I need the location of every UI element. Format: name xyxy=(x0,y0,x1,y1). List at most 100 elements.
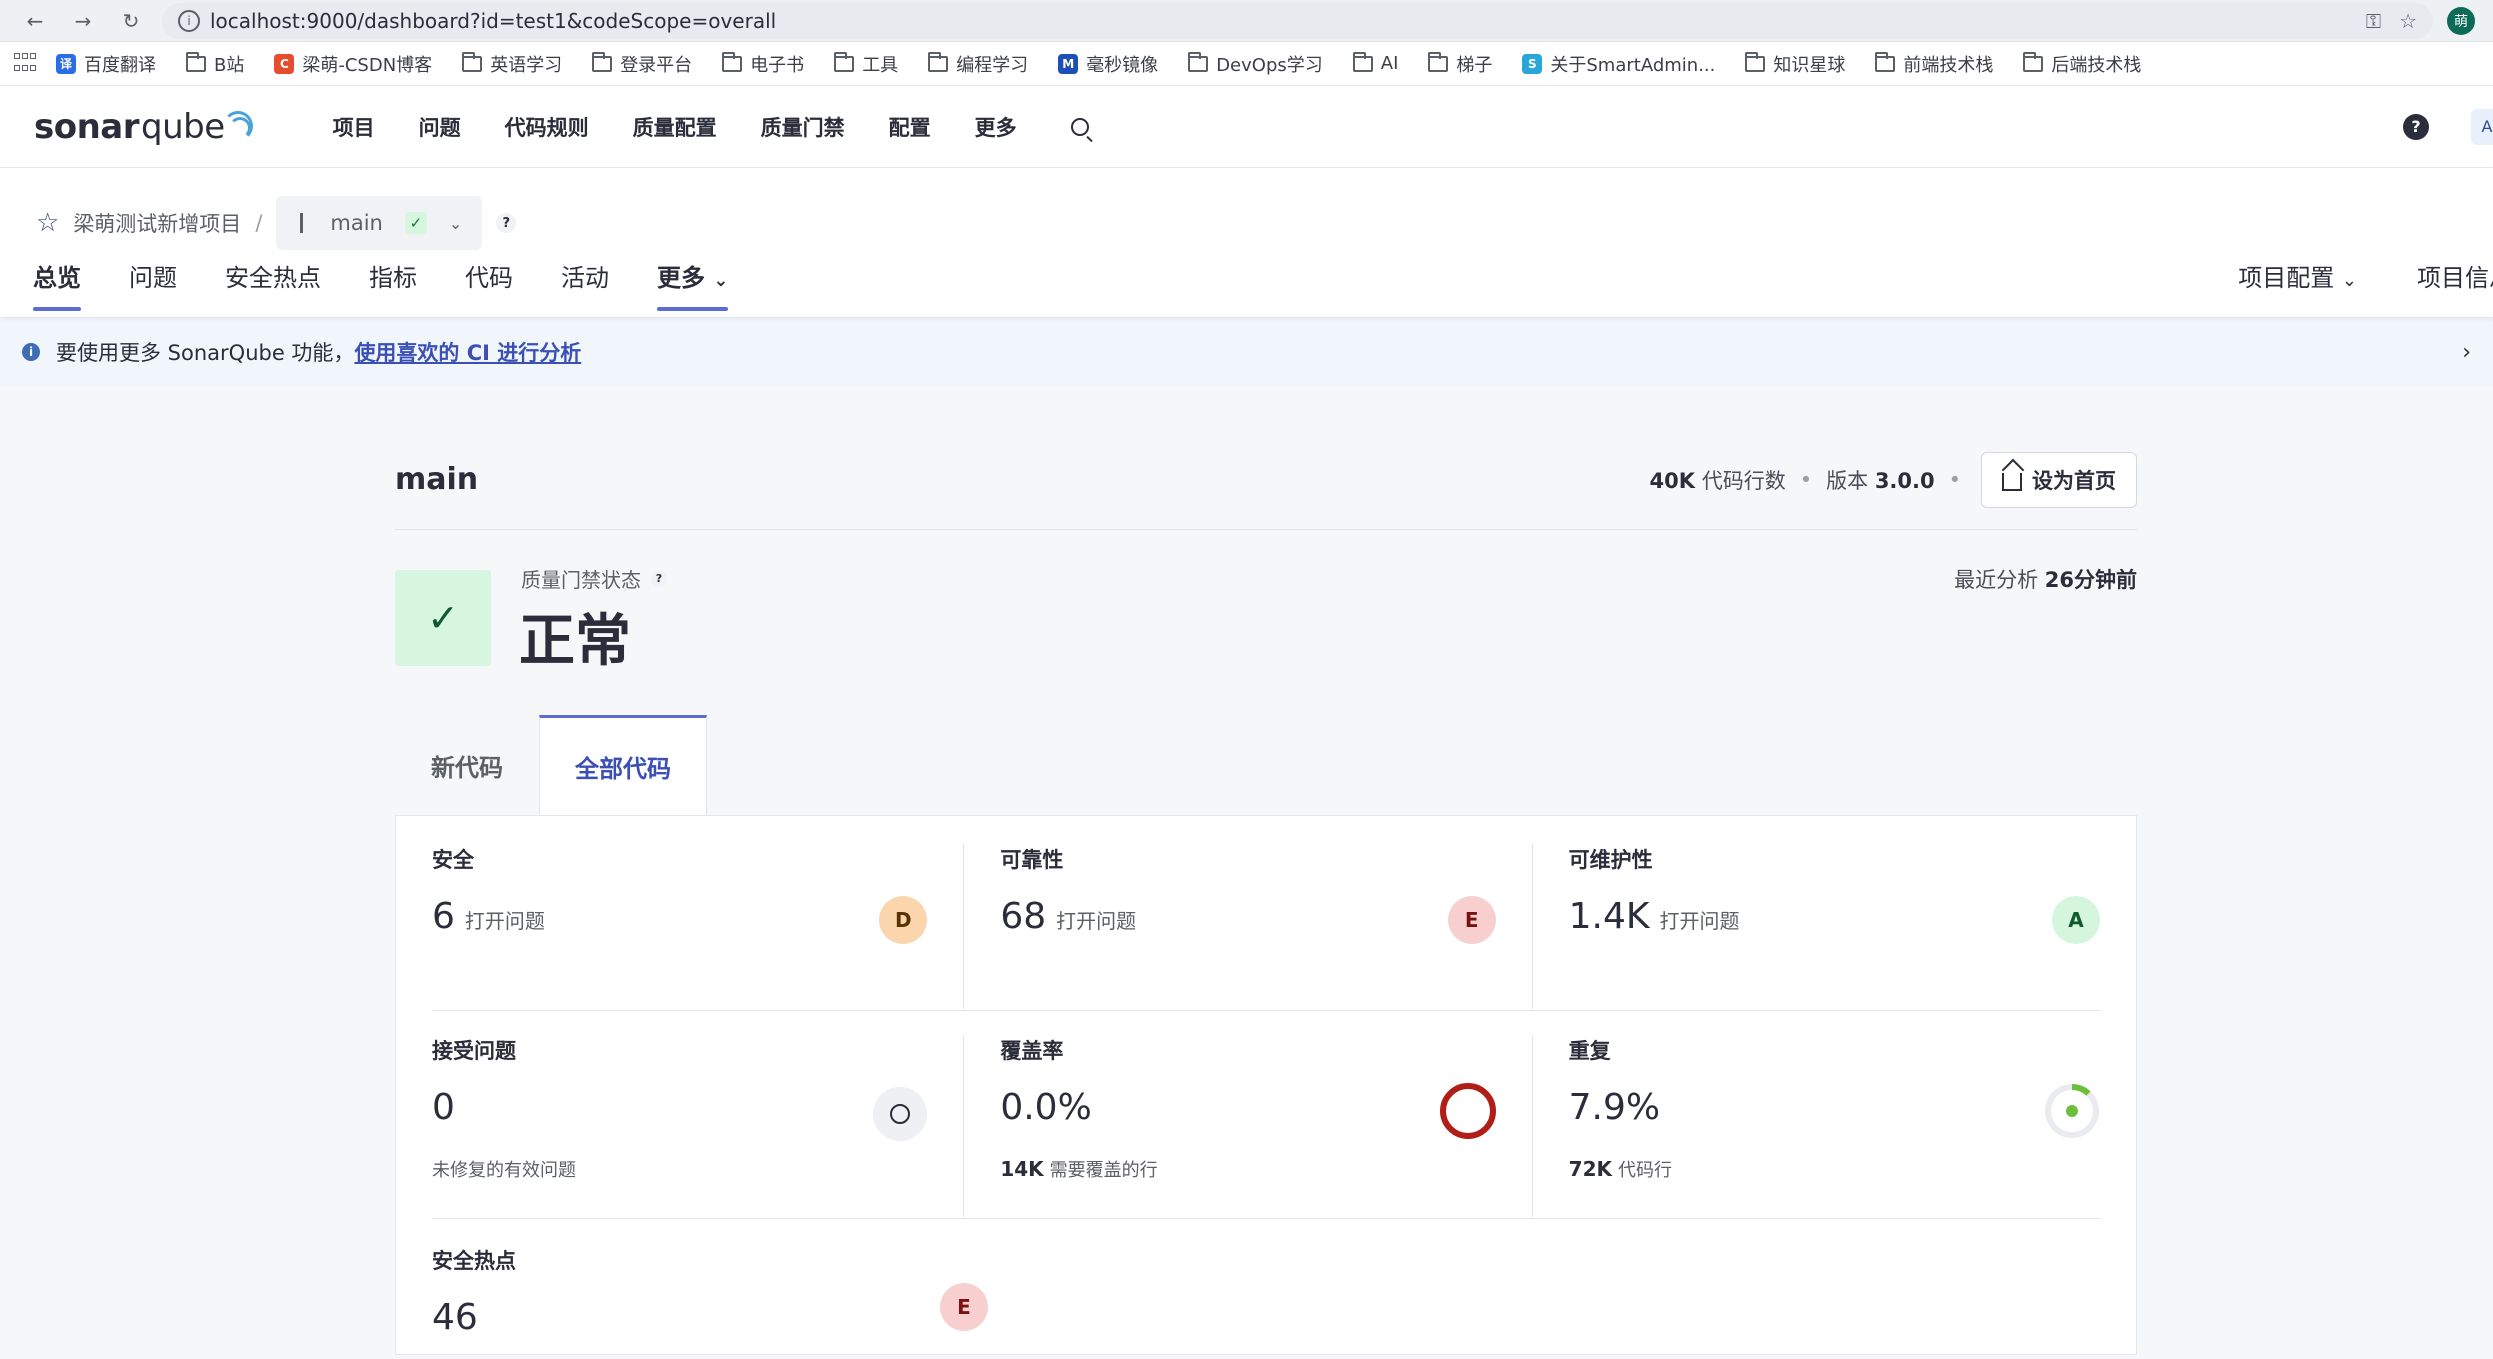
duplication-ring-icon xyxy=(2044,1084,2099,1138)
bookmark-label: 毫秒镜像 xyxy=(1086,54,1159,76)
set-home-button[interactable]: 设为首页 xyxy=(1981,451,2137,508)
close-icon[interactable]: › xyxy=(2462,340,2471,365)
nav-projects[interactable]: 项目 xyxy=(333,112,375,142)
profile-avatar[interactable]: 萌 xyxy=(2447,6,2475,35)
metric-title: 安全 xyxy=(432,848,474,872)
folder-icon xyxy=(1428,51,1449,72)
bookmark-item[interactable]: 知识星球 xyxy=(1745,51,1845,77)
tab-measures[interactable]: 指标 xyxy=(369,258,417,311)
tab-issues[interactable]: 问题 xyxy=(129,258,177,311)
metric-value[interactable]: 6 xyxy=(432,896,455,937)
branch-selector[interactable]: main ✓ ⌄ xyxy=(276,196,483,250)
chevron-down-icon: ⌄ xyxy=(713,270,729,291)
quality-gate-help-icon[interactable]: ? xyxy=(651,570,667,587)
metric-accepted-issues[interactable]: 接受问题 0 未修复的有效问题 xyxy=(432,1035,965,1218)
nav-quality-gates[interactable]: 质量门禁 xyxy=(761,112,845,142)
metric-hotspots[interactable]: 安全热点 46 E xyxy=(432,1245,988,1359)
metric-sub-value[interactable]: 72K xyxy=(1569,1157,1612,1181)
metric-value[interactable]: 1.4K xyxy=(1569,896,1650,937)
bookmark-star-icon[interactable]: ☆ xyxy=(2399,9,2417,33)
metric-duplication[interactable]: 重复 7.9% 72K 代码行 xyxy=(1533,1035,2100,1218)
metric-value[interactable]: 46 xyxy=(432,1297,478,1338)
site-info-icon[interactable]: i xyxy=(178,9,200,32)
bookmark-item[interactable]: AI xyxy=(1352,51,1399,74)
favorite-star-icon[interactable]: ☆ xyxy=(36,210,59,236)
tab-more[interactable]: 更多 ⌄ xyxy=(657,258,729,311)
tab-project-settings[interactable]: 项目配置 ⌄ xyxy=(2238,258,2357,293)
bookmark-item[interactable]: 后端技术栈 xyxy=(2023,51,2141,77)
key-icon[interactable]: ⚿ xyxy=(2366,9,2381,33)
back-icon[interactable]: ← xyxy=(18,4,52,38)
help-icon[interactable]: ? xyxy=(2403,113,2429,140)
bookmark-item[interactable]: 登录平台 xyxy=(592,51,692,77)
bookmark-item[interactable]: 译百度翻译 xyxy=(56,51,156,77)
bookmark-item[interactable]: B站 xyxy=(186,51,244,77)
version-value: 3.0.0 xyxy=(1874,468,1935,493)
user-avatar[interactable]: A xyxy=(2471,108,2493,145)
bookmark-label: AI xyxy=(1380,53,1399,74)
metric-value[interactable]: 68 xyxy=(1000,896,1046,937)
bookmark-item[interactable]: M 毫秒镜像 xyxy=(1058,51,1158,77)
tab-overview[interactable]: 总览 xyxy=(33,258,81,311)
tab-hotspots[interactable]: 安全热点 xyxy=(225,258,321,311)
metric-coverage[interactable]: 覆盖率 0.0% 14K 需要覆盖的行 xyxy=(964,1035,1533,1218)
rating-badge[interactable]: D xyxy=(879,896,928,944)
nav-rules[interactable]: 代码规则 xyxy=(505,112,589,142)
reload-icon[interactable]: ↻ xyxy=(114,4,148,38)
bookmark-label: 后端技术栈 xyxy=(2051,54,2142,76)
bookmark-item[interactable]: 前端技术栈 xyxy=(1875,51,1993,77)
project-name-link[interactable]: 梁萌测试新增项目 xyxy=(73,208,241,238)
rating-badge[interactable]: E xyxy=(939,1283,988,1331)
tab-activity[interactable]: 活动 xyxy=(561,258,609,311)
sonar-header: sonar qube 项目 问题 代码规则 质量配置 质量门禁 配置 更多 ? A xyxy=(0,86,2493,168)
bookmark-item[interactable]: 工具 xyxy=(834,51,898,77)
bookmark-item[interactable]: 梯子 xyxy=(1428,51,1492,77)
forward-icon[interactable]: → xyxy=(66,4,100,38)
metric-value[interactable]: 7.9% xyxy=(1569,1087,1660,1128)
metric-title: 可靠性 xyxy=(1000,848,1064,872)
metric-sub-value[interactable]: 14K xyxy=(1000,1157,1043,1181)
sonarqube-logo[interactable]: sonar qube xyxy=(34,107,259,147)
tab-project-info[interactable]: 项目信息 xyxy=(2417,258,2493,293)
bookmark-label: 工具 xyxy=(862,54,899,76)
address-bar[interactable]: i localhost:9000/dashboard?id=test1&code… xyxy=(162,2,2433,39)
folder-icon xyxy=(2023,51,2044,72)
url-text[interactable]: localhost:9000/dashboard?id=test1&codeSc… xyxy=(210,9,776,33)
nav-more[interactable]: 更多 xyxy=(975,112,1017,142)
nav-quality-profiles[interactable]: 质量配置 xyxy=(633,112,717,142)
rating-badge[interactable]: A xyxy=(2051,896,2100,944)
bookmark-item[interactable]: 英语学习 xyxy=(462,51,562,77)
metric-value[interactable]: 0 xyxy=(432,1087,455,1128)
bookmark-label: 登录平台 xyxy=(620,54,693,76)
metric-reliability[interactable]: 可靠性 68 打开问题 E xyxy=(964,844,1533,1010)
page-title: main xyxy=(395,462,479,497)
banner-link[interactable]: 使用喜欢的 CI 进行分析 xyxy=(354,341,581,365)
folder-icon xyxy=(1745,51,1766,72)
apps-grid-icon[interactable] xyxy=(14,52,36,75)
chevron-down-icon: ⌄ xyxy=(2341,270,2357,291)
metric-value[interactable]: 0.0% xyxy=(1000,1087,1091,1128)
overview-main: main 40K 代码行数 • 版本 3.0.0 • 设为首页 ✓ 质量门禁状态… xyxy=(395,430,2137,1355)
bookmark-item[interactable]: S 关于SmartAdmin... xyxy=(1522,51,1715,77)
bookmark-label: 英语学习 xyxy=(490,54,563,76)
rating-badge[interactable]: E xyxy=(1447,896,1496,944)
bookmark-item[interactable]: DevOps学习 xyxy=(1188,51,1323,77)
tab-code[interactable]: 代码 xyxy=(465,258,513,311)
bookmarks-bar: 译百度翻译 B站 C 梁萌-CSDN博客 英语学习 登录平台 电子书 工具 编程学习 M 毫秒镜像 D… xyxy=(0,42,2493,86)
metric-title: 接受问题 xyxy=(432,1039,516,1063)
bookmark-item[interactable]: 编程学习 xyxy=(928,51,1028,77)
quality-gate-check-icon: ✓ xyxy=(395,570,491,666)
tab-new-code[interactable]: 新代码 xyxy=(395,715,539,815)
bookmark-item[interactable]: C 梁萌-CSDN博客 xyxy=(274,51,432,77)
metric-subtext: 需要覆盖的行 xyxy=(1049,1160,1158,1181)
metric-maintainability[interactable]: 可维护性 1.4K 打开问题 A xyxy=(1533,844,2100,1010)
search-icon[interactable] xyxy=(1070,117,1089,136)
bookmark-item[interactable]: 电子书 xyxy=(722,51,804,77)
bookmark-label: 知识星球 xyxy=(1773,54,1846,76)
chevron-down-icon: ⌄ xyxy=(448,213,463,233)
nav-issues[interactable]: 问题 xyxy=(419,112,461,142)
metric-security[interactable]: 安全 6 打开问题 D xyxy=(432,844,965,1010)
branch-help-icon[interactable]: ? xyxy=(496,213,517,233)
tab-overall-code[interactable]: 全部代码 xyxy=(539,715,707,815)
nav-administration[interactable]: 配置 xyxy=(889,112,931,142)
